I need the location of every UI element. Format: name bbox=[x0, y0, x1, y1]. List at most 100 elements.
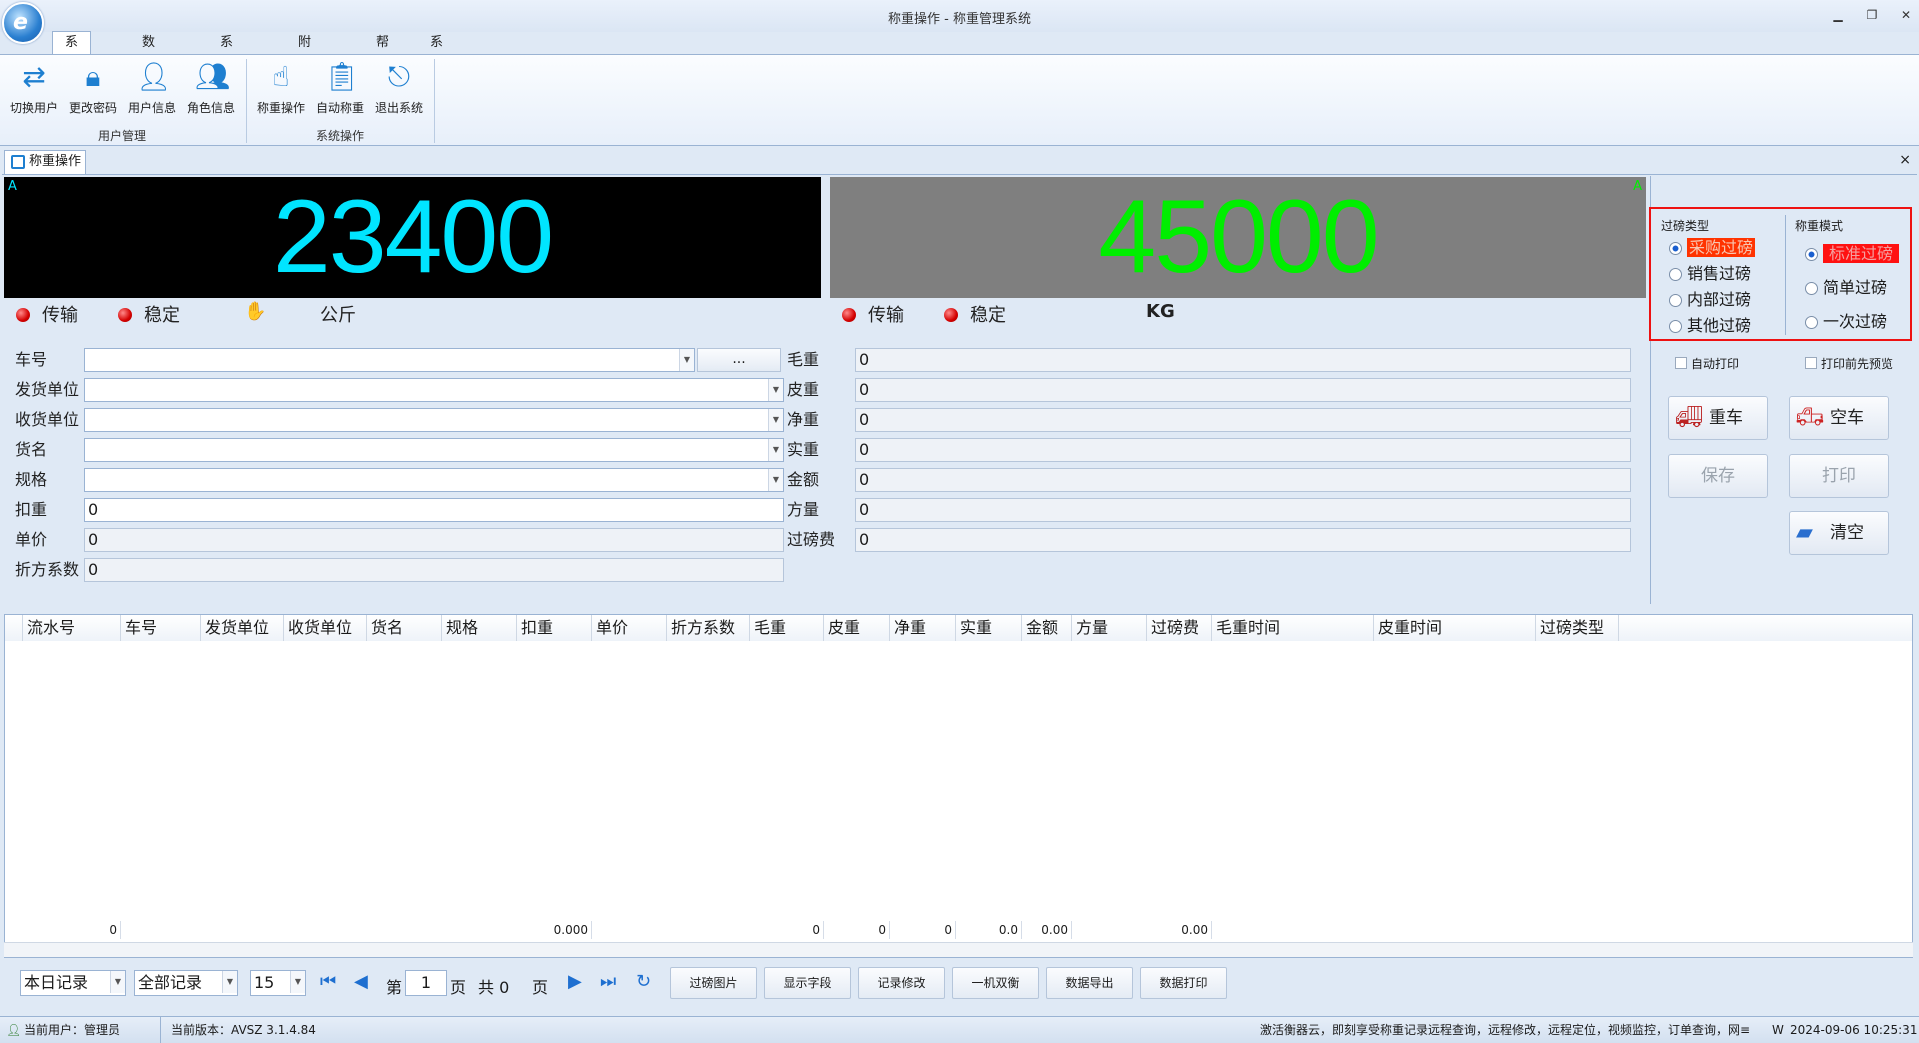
col-actual[interactable]: 实重 bbox=[956, 615, 1022, 641]
switch-user-button[interactable]: ⇄ 切换用户 bbox=[4, 59, 64, 117]
prev-page-icon[interactable]: ◀ bbox=[354, 971, 368, 992]
col-gross[interactable]: 毛重 bbox=[750, 615, 824, 641]
empty-truck-button[interactable]: 🛻︎ 空车 bbox=[1789, 396, 1889, 440]
auto-print-checkbox[interactable]: 自动打印 bbox=[1675, 355, 1739, 372]
radio-sales[interactable]: 销售过磅 bbox=[1667, 263, 1751, 285]
user-info-button[interactable]: 👤︎ 用户信息 bbox=[122, 59, 182, 117]
auto-weigh-button[interactable]: 📋︎ 自动称重 bbox=[310, 59, 370, 117]
radio-other[interactable]: 其他过磅 bbox=[1667, 315, 1751, 337]
page-size-select[interactable]: 15 ▼ bbox=[250, 970, 306, 996]
last-page-icon[interactable]: ⏭ bbox=[600, 971, 616, 992]
dual-scale-button[interactable]: 一机双衡 bbox=[952, 967, 1039, 999]
radio-simple[interactable]: 简单过磅 bbox=[1803, 277, 1887, 299]
horizontal-scrollbar[interactable] bbox=[4, 942, 1913, 957]
amount-input: 0 bbox=[855, 468, 1631, 492]
label-receiver: 收货单位 bbox=[15, 410, 80, 429]
first-page-icon[interactable]: ⏮ bbox=[320, 971, 336, 992]
col-spec[interactable]: 规格 bbox=[442, 615, 517, 641]
print-data-button[interactable]: 数据打印 bbox=[1140, 967, 1227, 999]
col-tare-time[interactable]: 皮重时间 bbox=[1374, 615, 1536, 641]
print-button[interactable]: 打印 bbox=[1789, 454, 1889, 498]
doc-close-button[interactable]: × bbox=[1899, 152, 1911, 168]
goods-combo[interactable]: ▼ bbox=[84, 438, 784, 462]
export-data-button[interactable]: 数据导出 bbox=[1046, 967, 1133, 999]
col-weigh-type[interactable]: 过磅类型 bbox=[1536, 615, 1619, 641]
fee-input: 0 bbox=[855, 528, 1631, 552]
weight-value-left: 23400 bbox=[272, 179, 554, 295]
radio-once[interactable]: 一次过磅 bbox=[1803, 311, 1887, 333]
chevron-down-icon[interactable]: ▼ bbox=[768, 409, 783, 431]
tab-system-skin[interactable]: 系统皮肤 bbox=[418, 32, 455, 116]
col-sender[interactable]: 发货单位 bbox=[201, 615, 284, 641]
weigh-operation-button[interactable]: ☝ 称重操作 bbox=[251, 59, 311, 117]
tab-help[interactable]: 帮助 bbox=[364, 32, 401, 72]
edit-record-button[interactable]: 记录修改 bbox=[858, 967, 945, 999]
label-factor: 折方系数 bbox=[15, 560, 80, 579]
exit-system-button[interactable]: ⎋ 退出系统 bbox=[369, 59, 429, 117]
hand-touch-icon: ☝ bbox=[272, 60, 290, 93]
volume-input: 0 bbox=[855, 498, 1631, 522]
records-grid[interactable]: 流水号 车号 发货单位 收货单位 货名 规格 扣重 单价 折方系数 毛重 皮重 … bbox=[4, 614, 1913, 958]
col-deduct[interactable]: 扣重 bbox=[517, 615, 592, 641]
sender-combo[interactable]: ▼ bbox=[84, 378, 784, 402]
col-plate[interactable]: 车号 bbox=[121, 615, 201, 641]
app-logo[interactable]: e bbox=[2, 2, 44, 44]
exit-icon: ⎋ bbox=[387, 60, 411, 93]
chevron-down-icon[interactable]: ▼ bbox=[768, 379, 783, 401]
chevron-down-icon[interactable]: ▼ bbox=[110, 971, 125, 993]
unit-label-right: KG bbox=[1146, 301, 1175, 322]
page-input[interactable]: 1 bbox=[405, 970, 447, 996]
minimize-button[interactable]: ▁ bbox=[1827, 6, 1849, 24]
print-preview-checkbox[interactable]: 打印前先预览 bbox=[1805, 355, 1893, 372]
role-info-button[interactable]: 👥︎ 角色信息 bbox=[181, 59, 241, 117]
col-receiver[interactable]: 收货单位 bbox=[284, 615, 367, 641]
next-page-icon[interactable]: ▶ bbox=[568, 971, 582, 992]
close-button[interactable]: ✕ bbox=[1895, 6, 1917, 24]
tab-extra-tools[interactable]: 附加工具 bbox=[286, 32, 323, 116]
unit-label-left: 公斤 bbox=[320, 305, 356, 326]
col-amount[interactable]: 金额 bbox=[1022, 615, 1072, 641]
sum-fee: 0.00 bbox=[1072, 921, 1212, 939]
col-gross-time[interactable]: 毛重时间 bbox=[1212, 615, 1374, 641]
spec-combo[interactable]: ▼ bbox=[84, 468, 784, 492]
show-fields-button[interactable]: 显示字段 bbox=[764, 967, 851, 999]
heavy-truck-button[interactable]: 🚚︎ 重车 bbox=[1668, 396, 1768, 440]
col-net[interactable]: 净重 bbox=[890, 615, 956, 641]
chevron-down-icon[interactable]: ▼ bbox=[768, 439, 783, 461]
col-goods[interactable]: 货名 bbox=[367, 615, 442, 641]
radio-purchase[interactable]: 采购过磅 bbox=[1667, 237, 1756, 259]
tab-system-management[interactable]: 系统管理 bbox=[52, 31, 92, 116]
save-button[interactable]: 保存 bbox=[1668, 454, 1768, 498]
plate-browse-button[interactable]: ... bbox=[697, 348, 781, 372]
restore-button[interactable]: ❐ bbox=[1861, 6, 1883, 24]
radio-internal[interactable]: 内部过磅 bbox=[1667, 289, 1751, 311]
sum-net: 0 bbox=[890, 921, 956, 939]
receiver-combo[interactable]: ▼ bbox=[84, 408, 784, 432]
tab-system-maintenance[interactable]: 系统维护 bbox=[208, 32, 245, 116]
col-tare[interactable]: 皮重 bbox=[824, 615, 890, 641]
clear-button[interactable]: ▰ 清空 bbox=[1789, 511, 1889, 555]
unit-price-input[interactable]: 0 bbox=[84, 528, 784, 552]
doc-tab-weigh[interactable]: 称重操作 bbox=[4, 150, 86, 174]
chevron-down-icon[interactable]: ▼ bbox=[768, 469, 783, 491]
radio-standard[interactable]: 标准过磅 bbox=[1803, 243, 1900, 265]
filter-select[interactable]: 全部记录 ▼ bbox=[134, 970, 238, 996]
change-password-button[interactable]: 🔒︎ 更改密码 bbox=[63, 59, 123, 117]
chevron-down-icon[interactable]: ▼ bbox=[679, 349, 694, 371]
col-volume[interactable]: 方量 bbox=[1072, 615, 1147, 641]
weigh-images-button[interactable]: 过磅图片 bbox=[670, 967, 757, 999]
user-icon: 👤︎ bbox=[6, 1023, 22, 1037]
chevron-down-icon[interactable]: ▼ bbox=[222, 971, 237, 993]
plate-combo[interactable]: ▼ bbox=[84, 348, 695, 372]
refresh-icon[interactable]: ↻ bbox=[636, 971, 651, 992]
col-unit-price[interactable]: 单价 bbox=[592, 615, 667, 641]
col-factor[interactable]: 折方系数 bbox=[667, 615, 750, 641]
range-select[interactable]: 本日记录 ▼ bbox=[20, 970, 126, 996]
promo-text[interactable]: 激活衡器云，即刻享受称重记录远程查询，远程修改，远程定位，视频监控，订单查询，网… bbox=[1260, 1017, 1750, 1043]
factor-input[interactable]: 0 bbox=[84, 558, 784, 582]
chevron-down-icon[interactable]: ▼ bbox=[290, 971, 305, 993]
tab-data-management[interactable]: 数据管理 bbox=[130, 32, 167, 116]
col-serial[interactable]: 流水号 bbox=[23, 615, 121, 641]
col-fee[interactable]: 过磅费 bbox=[1147, 615, 1212, 641]
deduct-input[interactable]: 0 bbox=[84, 498, 784, 522]
